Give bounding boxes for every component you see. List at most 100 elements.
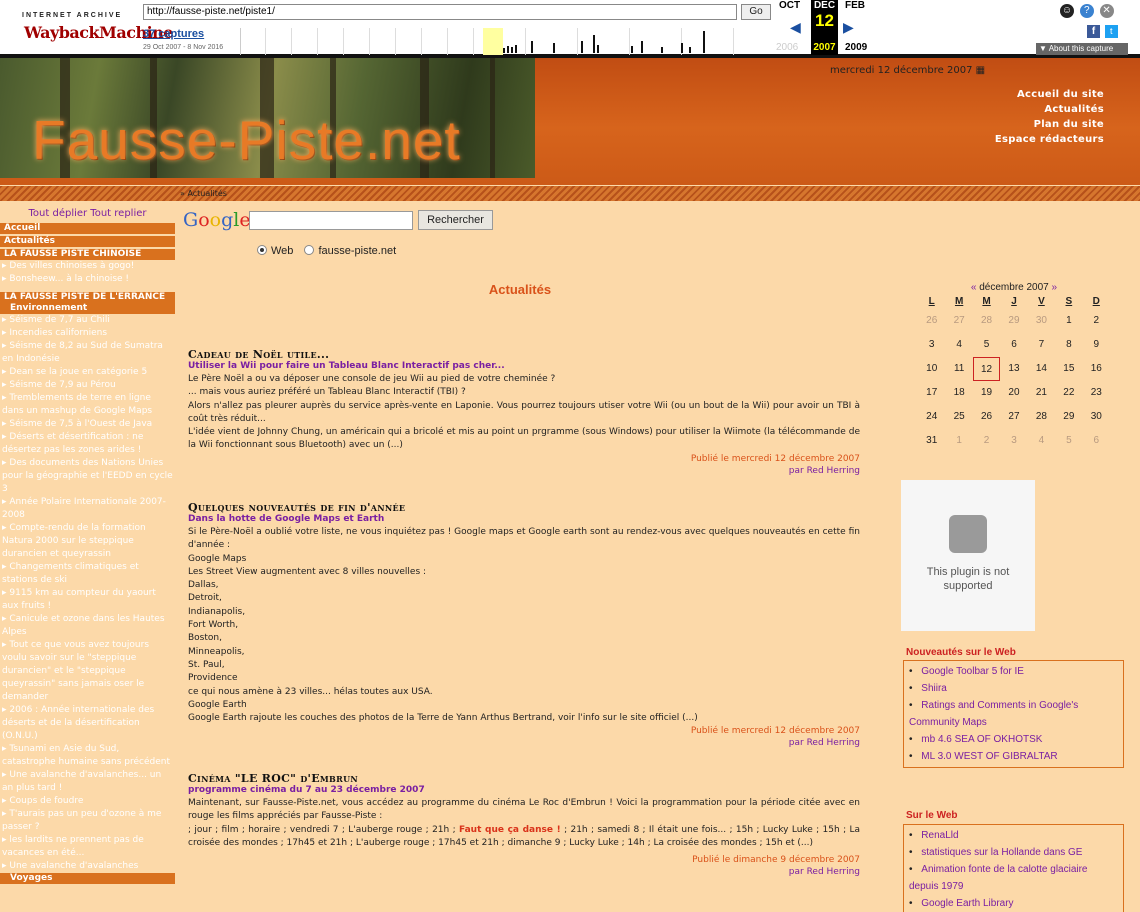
calendar-day[interactable]: 15 — [1055, 357, 1082, 381]
calendar-day[interactable]: 26 — [973, 405, 1000, 429]
subsection-voyages[interactable]: Voyages — [0, 873, 175, 884]
calendar-day[interactable]: 18 — [945, 381, 972, 405]
search-button[interactable]: Rechercher — [418, 210, 493, 230]
menu-item[interactable]: Coups de foudre — [0, 795, 175, 808]
article-subtitle[interactable]: Utiliser la Wii pour faire un Tableau Bl… — [188, 361, 860, 371]
next-month-label[interactable]: FEB — [845, 0, 865, 11]
list-item[interactable]: statistiques sur la Hollande dans GE — [909, 844, 1118, 861]
calendar-day[interactable]: 17 — [918, 381, 945, 405]
section-fausse-piste-errance[interactable]: LA FAUSSE PISTE DE L'ERRANCE — [0, 292, 175, 303]
wayback-url-input[interactable]: http://fausse-piste.net/piste1/ — [143, 4, 737, 20]
calendar-day[interactable]: 29 — [1055, 405, 1082, 429]
list-item[interactable]: mb 4.6 SEA OF OKHOTSK — [909, 731, 1118, 748]
calendar-day[interactable]: 5 — [973, 333, 1000, 357]
list-item[interactable]: Animation fonte de la calotte glaciaire … — [909, 861, 1118, 895]
menu-item[interactable]: Incendies californiens — [0, 327, 175, 340]
calendar-day[interactable]: 21 — [1028, 381, 1055, 405]
prev-capture-icon[interactable]: ◀ — [790, 19, 801, 36]
menu-item[interactable]: les lardits ne prennent pas de vacances … — [0, 834, 175, 860]
article-subtitle[interactable]: programme cinéma du 7 au 23 décembre 200… — [188, 785, 860, 795]
calendar-day[interactable]: 1 — [1055, 309, 1082, 333]
article-title[interactable]: Cinéma "LE ROC" d'Embrun — [188, 772, 860, 785]
user-icon[interactable]: ☺ — [1060, 4, 1074, 18]
calendar-day[interactable]: 13 — [1000, 357, 1027, 381]
calendar-day[interactable]: 6 — [1000, 333, 1027, 357]
menu-item[interactable]: Des documents des Nations Unies pour la … — [0, 457, 175, 496]
calendar-day[interactable]: 16 — [1083, 357, 1110, 381]
calendar-day[interactable]: 30 — [1083, 405, 1110, 429]
section-fausse-piste-chinoise[interactable]: LA FAUSSE PISTE CHINOISE — [0, 249, 175, 260]
next-year-label[interactable]: 2009 — [845, 42, 867, 53]
nav-accueil[interactable]: Accueil du site — [940, 87, 1104, 102]
calendar-day[interactable]: 27 — [1000, 405, 1027, 429]
menu-item[interactable]: Année Polaire Internationale 2007-2008 — [0, 496, 175, 522]
calendar-day[interactable]: 11 — [945, 357, 972, 381]
menu-item[interactable]: Déserts et désertification : ne désertez… — [0, 431, 175, 457]
prev-year-label[interactable]: 2006 — [776, 42, 798, 53]
wayback-go-button[interactable]: Go — [741, 4, 771, 20]
expand-collapse-links[interactable]: Tout déplier Tout replier — [0, 208, 175, 219]
subsection-environnement[interactable]: Environnement — [0, 303, 175, 314]
calendar-day[interactable]: 20 — [1000, 381, 1027, 405]
menu-item[interactable]: Canicule et ozone dans les Hautes Alpes — [0, 613, 175, 639]
menu-item[interactable]: 9115 km au compteur du yaourt aux fruits… — [0, 587, 175, 613]
list-item[interactable]: Google Earth Library — [909, 895, 1118, 912]
calendar-prev[interactable]: « — [971, 282, 977, 293]
menu-item[interactable]: Compte-rendu de la formation Natura 2000… — [0, 522, 175, 561]
menu-item[interactable]: Bonsheew... à la chinoise ! — [0, 273, 175, 286]
menu-item[interactable]: Changements climatiques et stations de s… — [0, 561, 175, 587]
menu-item[interactable]: Une avalanche d'avalanches... un an plus… — [0, 769, 175, 795]
menu-item[interactable]: Des villes chinoises à gogo! — [0, 260, 175, 273]
article-author[interactable]: par Red Herring — [188, 465, 860, 477]
radio-web[interactable] — [257, 245, 267, 255]
menu-item[interactable]: Tremblements de terre en ligne dans un m… — [0, 392, 175, 418]
calendar-day[interactable]: 4 — [945, 333, 972, 357]
calendar-day[interactable]: 9 — [1083, 333, 1110, 357]
calendar-day[interactable]: 10 — [918, 357, 945, 381]
article-title[interactable]: Cadeau de Noël utile... — [188, 348, 860, 361]
article-author[interactable]: par Red Herring — [188, 737, 860, 749]
breadcrumb[interactable]: » Actualités — [180, 189, 227, 198]
nav-espace-redacteurs[interactable]: Espace rédacteurs — [940, 132, 1104, 147]
wayback-logo[interactable]: INTERNET ARCHIVE WaybackMachine — [20, 5, 173, 49]
menu-item[interactable]: Séisme de 7,7 au Chili — [0, 314, 175, 327]
next-capture-icon[interactable]: ▶ — [843, 19, 854, 36]
menu-item[interactable]: Tsunami en Asie du Sud, catastrophe huma… — [0, 743, 175, 769]
calendar-day[interactable]: 23 — [1083, 381, 1110, 405]
calendar-day[interactable]: 28 — [1028, 405, 1055, 429]
calendar-day[interactable]: 24 — [918, 405, 945, 429]
list-item[interactable]: Google Toolbar 5 for IE — [909, 663, 1118, 680]
article-subtitle[interactable]: Dans la hotte de Google Maps et Earth — [188, 514, 860, 524]
calendar-day[interactable]: 31 — [918, 429, 945, 453]
captures-link[interactable]: 37 captures — [143, 28, 204, 40]
prev-month-label[interactable]: OCT — [779, 0, 800, 11]
help-icon[interactable]: ? — [1079, 4, 1094, 18]
list-item[interactable]: Shiira — [909, 680, 1118, 697]
menu-item[interactable]: Séisme de 8,2 au Sud de Sumatra en Indon… — [0, 340, 175, 366]
calendar-day[interactable]: 7 — [1028, 333, 1055, 357]
calendar-day[interactable]: 8 — [1055, 333, 1082, 357]
list-item[interactable]: RenaLld — [909, 827, 1118, 844]
calendar-day[interactable]: 22 — [1055, 381, 1082, 405]
close-icon[interactable]: ✕ — [1099, 4, 1114, 18]
about-capture-button[interactable]: ▼ About this capture — [1036, 43, 1128, 55]
nav-actualites[interactable]: Actualités — [940, 102, 1104, 117]
calendar-day[interactable]: 19 — [973, 381, 1000, 405]
capture-sparkline[interactable] — [240, 28, 770, 55]
calendar-day[interactable]: 14 — [1028, 357, 1055, 381]
menu-item[interactable]: T'aurais pas un peu d'ozone à me passer … — [0, 808, 175, 834]
menu-item[interactable]: Séisme de 7,5 à l'Ouest de Java — [0, 418, 175, 431]
radio-site[interactable] — [304, 245, 315, 255]
site-logo[interactable]: Fausse-Piste.net — [32, 108, 461, 172]
article-title[interactable]: Quelques nouveautés de fin d'année — [188, 501, 860, 514]
nav-plan-du-site[interactable]: Plan du site — [940, 117, 1104, 132]
calendar-day[interactable]: 3 — [918, 333, 945, 357]
menu-item[interactable]: Tout ce que vous avez toujours voulu sav… — [0, 639, 175, 704]
menu-accueil[interactable]: Accueil — [0, 223, 175, 234]
facebook-icon[interactable]: f — [1087, 25, 1100, 38]
calendar-day[interactable]: 2 — [1083, 309, 1110, 333]
list-item[interactable]: Ratings and Comments in Google's Communi… — [909, 697, 1118, 731]
menu-actualites[interactable]: Actualités — [0, 236, 175, 247]
search-input[interactable] — [249, 211, 413, 230]
calendar-day[interactable]: 25 — [945, 405, 972, 429]
